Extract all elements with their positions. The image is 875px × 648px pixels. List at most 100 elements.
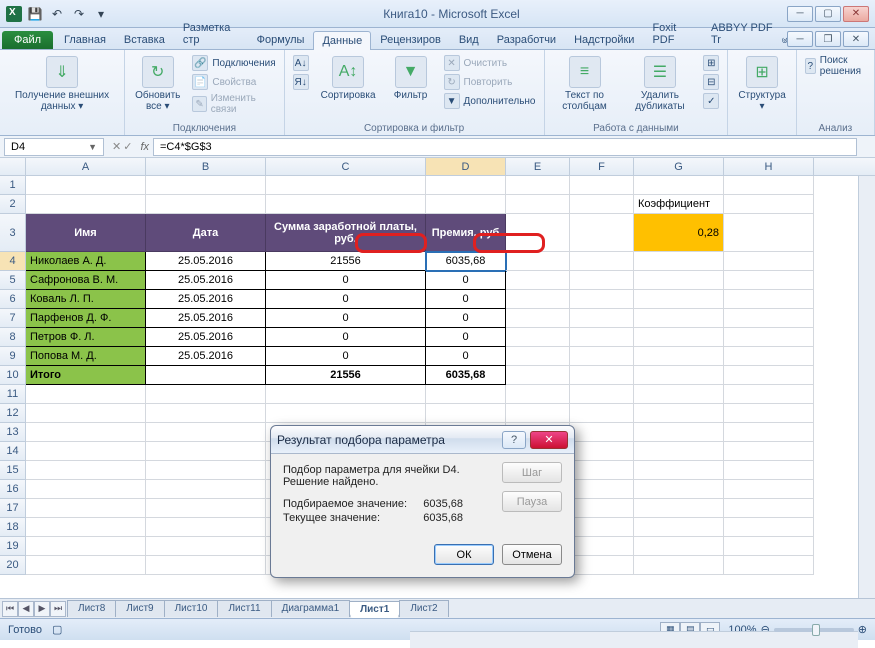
row-15[interactable]: 15 bbox=[0, 461, 26, 480]
cell[interactable] bbox=[26, 518, 146, 537]
sum-cell[interactable]: 0 bbox=[266, 271, 426, 290]
sort-az-button[interactable]: А↓ bbox=[291, 54, 311, 72]
zoom-in-button[interactable]: ⊕ bbox=[858, 623, 867, 636]
cell[interactable] bbox=[146, 518, 266, 537]
redo-icon[interactable]: ↷ bbox=[70, 5, 88, 23]
cell[interactable] bbox=[570, 271, 634, 290]
cell[interactable] bbox=[724, 309, 814, 328]
cell[interactable] bbox=[724, 290, 814, 309]
row-7[interactable]: 7 bbox=[0, 309, 26, 328]
row-16[interactable]: 16 bbox=[0, 480, 26, 499]
cell[interactable] bbox=[26, 385, 146, 404]
row-14[interactable]: 14 bbox=[0, 442, 26, 461]
cell[interactable] bbox=[146, 385, 266, 404]
cell[interactable] bbox=[724, 271, 814, 290]
cell[interactable] bbox=[26, 195, 146, 214]
header-prem[interactable]: Премия, руб bbox=[426, 214, 506, 252]
date-cell[interactable]: 25.05.2016 bbox=[146, 252, 266, 271]
total-label[interactable]: Итого bbox=[26, 366, 146, 385]
row-13[interactable]: 13 bbox=[0, 423, 26, 442]
cell[interactable] bbox=[724, 461, 814, 480]
cell[interactable] bbox=[634, 385, 724, 404]
row-3[interactable]: 3 bbox=[0, 214, 26, 252]
enter-formula-icon[interactable]: ✓ bbox=[123, 140, 132, 153]
cell[interactable] bbox=[426, 176, 506, 195]
cell[interactable] bbox=[146, 556, 266, 575]
tab-data[interactable]: Данные bbox=[313, 31, 371, 50]
cell[interactable] bbox=[724, 328, 814, 347]
cell[interactable] bbox=[724, 518, 814, 537]
solver-button[interactable]: ?Поиск решения bbox=[803, 54, 868, 78]
cell[interactable] bbox=[634, 366, 724, 385]
remove-duplicates-button[interactable]: ☰ Удалить дубликаты bbox=[625, 54, 696, 114]
dialog-titlebar[interactable]: Результат подбора параметра ? ✕ bbox=[271, 426, 574, 454]
cell[interactable] bbox=[724, 537, 814, 556]
prem-cell[interactable]: 0 bbox=[426, 347, 506, 366]
cell[interactable] bbox=[634, 328, 724, 347]
cell[interactable] bbox=[506, 214, 570, 252]
close-button[interactable]: ✕ bbox=[843, 6, 869, 22]
sum-cell[interactable]: 21556 bbox=[266, 252, 426, 271]
cell[interactable] bbox=[724, 423, 814, 442]
horizontal-scrollbar[interactable] bbox=[410, 631, 858, 648]
cell[interactable] bbox=[724, 404, 814, 423]
cell[interactable] bbox=[724, 480, 814, 499]
sort-za-button[interactable]: Я↓ bbox=[291, 73, 311, 91]
cell[interactable] bbox=[570, 176, 634, 195]
cell[interactable] bbox=[426, 385, 506, 404]
cell[interactable] bbox=[634, 404, 724, 423]
cell[interactable] bbox=[570, 461, 634, 480]
total-prem[interactable]: 6035,68 bbox=[426, 366, 506, 385]
sum-cell[interactable]: 0 bbox=[266, 347, 426, 366]
sheet-nav-first[interactable]: ⏮ bbox=[2, 601, 18, 617]
cell[interactable] bbox=[506, 385, 570, 404]
macro-record-icon[interactable]: ▢ bbox=[52, 623, 62, 636]
cell[interactable] bbox=[634, 556, 724, 575]
cell[interactable] bbox=[506, 309, 570, 328]
col-D[interactable]: D bbox=[426, 158, 506, 175]
cell[interactable] bbox=[634, 290, 724, 309]
cell[interactable] bbox=[146, 366, 266, 385]
tab-developer[interactable]: Разработчи bbox=[488, 30, 565, 49]
cell[interactable] bbox=[26, 176, 146, 195]
row-5[interactable]: 5 bbox=[0, 271, 26, 290]
maximize-button[interactable]: ▢ bbox=[815, 6, 841, 22]
cell[interactable] bbox=[146, 423, 266, 442]
col-F[interactable]: F bbox=[570, 158, 634, 175]
tab-addins[interactable]: Надстройки bbox=[565, 30, 643, 49]
name-cell[interactable]: Коваль Л. П. bbox=[26, 290, 146, 309]
cell[interactable] bbox=[26, 461, 146, 480]
cell[interactable] bbox=[724, 556, 814, 575]
cell[interactable] bbox=[634, 442, 724, 461]
cell[interactable] bbox=[634, 499, 724, 518]
prem-cell[interactable]: 0 bbox=[426, 290, 506, 309]
cell[interactable] bbox=[26, 537, 146, 556]
fx-icon[interactable]: fx bbox=[136, 141, 153, 153]
tab-formulas[interactable]: Формулы bbox=[248, 30, 314, 49]
cell[interactable] bbox=[634, 537, 724, 556]
name-cell[interactable]: Петров Ф. Л. bbox=[26, 328, 146, 347]
cell[interactable] bbox=[570, 290, 634, 309]
consolidate-button[interactable]: ⊟ bbox=[701, 73, 721, 91]
header-name[interactable]: Имя bbox=[26, 214, 146, 252]
cell[interactable] bbox=[724, 442, 814, 461]
row-1[interactable]: 1 bbox=[0, 176, 26, 195]
data-validation-button[interactable]: ⊞ bbox=[701, 54, 721, 72]
cell[interactable] bbox=[570, 556, 634, 575]
row-12[interactable]: 12 bbox=[0, 404, 26, 423]
col-H[interactable]: H bbox=[724, 158, 814, 175]
cell[interactable] bbox=[634, 480, 724, 499]
prem-cell[interactable]: 0 bbox=[426, 309, 506, 328]
row-11[interactable]: 11 bbox=[0, 385, 26, 404]
cell[interactable] bbox=[634, 347, 724, 366]
cell[interactable] bbox=[570, 518, 634, 537]
col-A[interactable]: A bbox=[26, 158, 146, 175]
cell[interactable] bbox=[506, 328, 570, 347]
cell[interactable] bbox=[634, 271, 724, 290]
cell[interactable] bbox=[724, 252, 814, 271]
cell[interactable] bbox=[506, 271, 570, 290]
date-cell[interactable]: 25.05.2016 bbox=[146, 328, 266, 347]
cell[interactable] bbox=[26, 442, 146, 461]
dialog-help-button[interactable]: ? bbox=[502, 431, 526, 449]
coeff-label[interactable]: Коэффициент bbox=[634, 195, 724, 214]
